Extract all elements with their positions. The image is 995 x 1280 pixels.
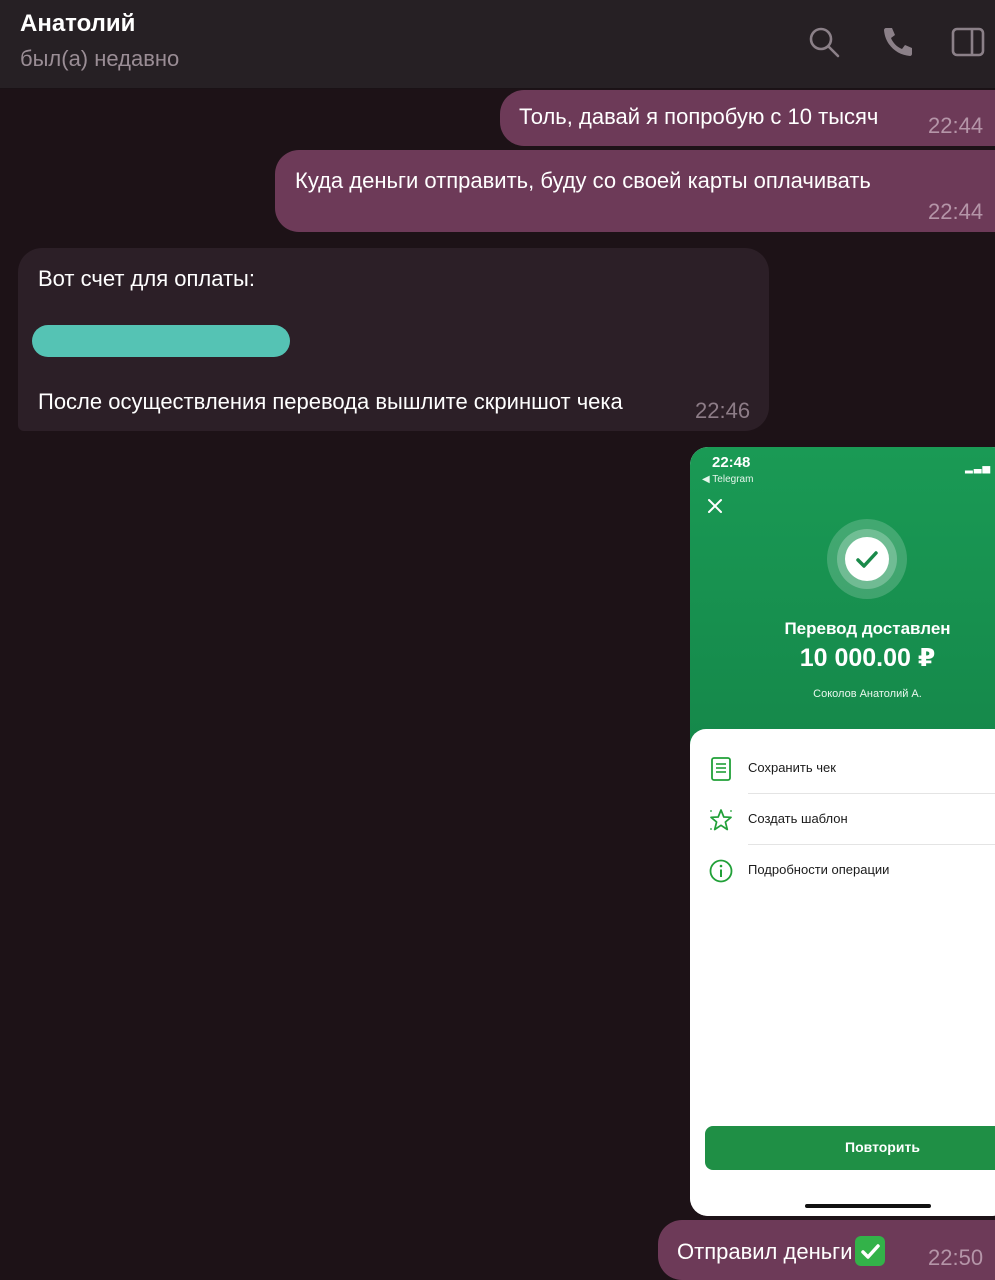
message-text: Отправил деньги [677,1239,853,1264]
save-receipt-row: Сохранить чек [690,743,995,794]
star-icon [710,809,732,831]
home-indicator [805,1204,931,1208]
repeat-button-label: Повторить [845,1139,920,1155]
phone-icon[interactable] [880,24,916,60]
operation-details-row: Подробности операции [690,845,995,896]
contact-status: был(а) недавно [20,46,180,71]
receipt-icon [711,757,731,781]
back-to-telegram: ◀ Telegram [702,474,754,485]
message-title: Вот счет для оплаты: [38,266,255,291]
message-time: 22:44 [928,199,984,224]
message-time: 22:50 [928,1245,984,1270]
message-time: 22:44 [928,113,984,138]
redacted-account-number [32,325,290,357]
check-mark-emoji-icon [854,1236,885,1266]
outgoing-message[interactable]: Куда деньги отправить, буду со своей кар… [275,150,995,232]
sidebar-panel-icon[interactable] [950,24,986,60]
transfer-amount: 10 000.00 ₽ [799,644,936,672]
operation-details-label: Подробности операции [748,862,890,877]
search-icon[interactable] [806,24,842,60]
recipient-name: Соколов Анатолий А. [813,688,922,700]
create-template-row: Создать шаблон [690,794,995,845]
incoming-message[interactable]: Вот счет для оплаты: После осуществления… [18,248,769,431]
close-icon [708,499,722,513]
message-text: После осуществления перевода вышлите скр… [38,389,623,414]
signal-indicator: ▂▃▅ LT [965,463,995,474]
create-template-label: Создать шаблон [748,811,848,826]
contact-name[interactable]: Анатолий [20,10,135,38]
signal-bars-icon: ▂▃▅ [965,463,992,474]
info-icon [709,859,733,883]
outgoing-message[interactable]: Толь, давай я попробую с 10 тысяч 22:44 [500,90,995,146]
transfer-status-title: Перевод доставлен [784,619,951,638]
repeat-button: Повторить [705,1126,995,1170]
message-time: 22:46 [695,398,751,423]
save-receipt-label: Сохранить чек [748,760,836,775]
message-text: Куда деньги отправить, буду со своей кар… [295,168,871,193]
message-text-wrap: Отправил деньги [677,1236,885,1266]
payment-receipt-screenshot[interactable]: 22:48 ◀ Telegram ▂▃▅ LT Перевод доставле… [690,447,995,1216]
status-bar-time: 22:48 [712,454,751,471]
success-check-icon [827,519,907,599]
outgoing-message[interactable]: Отправил деньги 22:50 [658,1220,995,1280]
receipt-header: 22:48 ◀ Telegram ▂▃▅ LT Перевод доставле… [690,447,995,747]
chat-header: Анатолий был(а) недавно [0,0,995,89]
message-text: Толь, давай я попробую с 10 тысяч [519,104,879,129]
